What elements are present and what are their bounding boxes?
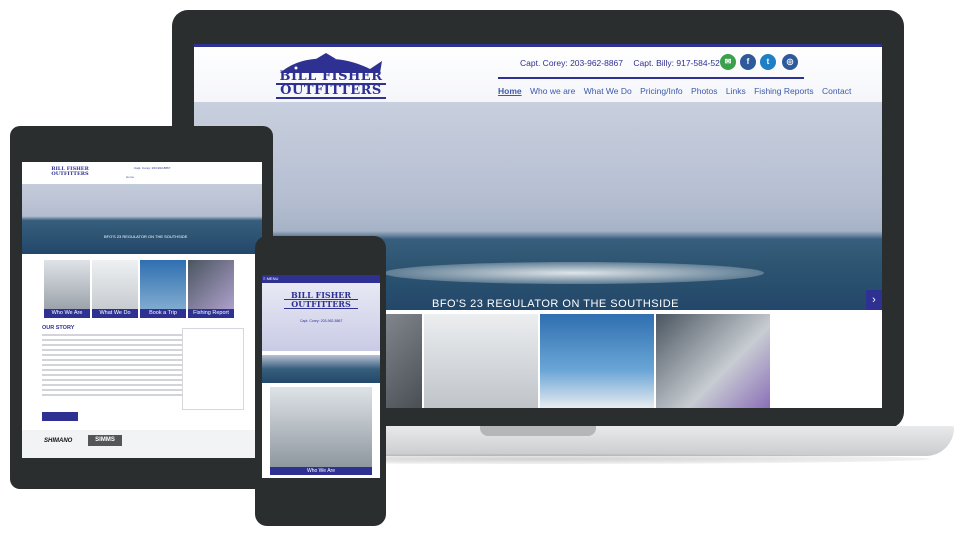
- main-nav: Home Who we are What We Do Pricing/Info …: [498, 86, 857, 96]
- logo-line-2: OUTFITTERS: [276, 84, 386, 99]
- tablet-hero-caption: BFO'S 23 REGULATOR ON THE SOUTHSIDE: [104, 234, 188, 239]
- tablet-screen: BILL FISHER OUTFITTERS Capt. Corey: 203-…: [22, 162, 262, 458]
- nav-contact[interactable]: Contact: [822, 86, 851, 96]
- contact-billy: Capt. Billy: 917-584-5270: [633, 58, 730, 68]
- site-header: BILL FISHER OUTFITTERS Capt. Corey: 203-…: [194, 44, 882, 105]
- tablet-story-heading: OUR STORY: [42, 325, 75, 331]
- phone-hero: [262, 355, 380, 383]
- tablet-tile-label: What We Do: [92, 309, 138, 318]
- twitter-icon[interactable]: t: [760, 54, 776, 70]
- tablet-social-feed: [182, 328, 244, 410]
- site-logo[interactable]: BILL FISHER OUTFITTERS: [276, 70, 386, 99]
- tablet-logo-line-2: OUTFITTERS: [51, 171, 89, 177]
- tablet-tile-who-we-are[interactable]: Who We Are: [44, 260, 90, 318]
- gallery-thumb-4[interactable]: [656, 314, 770, 408]
- phone-logo[interactable]: BILL FISHER OUTFITTERS: [284, 291, 358, 309]
- tablet-story-text: [42, 334, 182, 399]
- tablet-tile-book-a-trip[interactable]: Book a Trip: [140, 260, 186, 318]
- laptop-notch: [480, 426, 596, 436]
- tablet-nav-home[interactable]: Home: [126, 175, 134, 179]
- facebook-icon[interactable]: f: [740, 54, 756, 70]
- phone-contact: Capt. Corey: 203-962-8867: [300, 319, 342, 323]
- tablet-tile-what-we-do[interactable]: What We Do: [92, 260, 138, 318]
- phone-tile-who-we-are[interactable]: Who We Are: [270, 387, 372, 475]
- tablet-footer: [22, 430, 262, 458]
- tablet-tile-label: Fishing Report: [188, 309, 234, 318]
- tablet-cta-button[interactable]: [42, 412, 78, 421]
- phone-menu-bar[interactable]: ≡ MENU: [262, 275, 380, 283]
- tablet-tile-fishing-report[interactable]: Fishing Report: [188, 260, 234, 318]
- tablet-tile-label: Book a Trip: [140, 309, 186, 318]
- tablet-nav: Home: [126, 175, 134, 179]
- tablet-contact: Capt. Corey: 203-962-8867: [134, 166, 170, 170]
- tablet-logo[interactable]: BILL FISHER OUTFITTERS: [48, 167, 92, 177]
- shimano-logo: SHIMANO: [44, 438, 73, 444]
- nav-home[interactable]: Home: [498, 86, 522, 96]
- nav-who-we-are[interactable]: Who we are: [530, 86, 575, 96]
- phone-screen: ≡ MENU BILL FISHER OUTFITTERS Capt. Core…: [262, 275, 380, 478]
- nav-what-we-do[interactable]: What We Do: [584, 86, 632, 96]
- nav-pricing-info[interactable]: Pricing/Info: [640, 86, 683, 96]
- phone-logo-line-2: OUTFITTERS: [284, 300, 358, 309]
- phone-contact-corey: Capt. Corey: 203-962-8867: [300, 319, 343, 323]
- gallery-thumb-2[interactable]: [424, 314, 538, 408]
- phone-tile-label: Who We Are: [270, 467, 372, 475]
- boat-wake: [384, 262, 764, 284]
- gallery-thumb-3[interactable]: [540, 314, 654, 408]
- contact-corey: Capt. Corey: 203-962-8867: [520, 58, 624, 68]
- hero-caption: BFO'S 23 REGULATOR ON THE SOUTHSIDE: [432, 298, 679, 310]
- email-icon[interactable]: ✉: [720, 54, 736, 70]
- simms-logo: SIMMS: [88, 435, 122, 446]
- nav-links[interactable]: Links: [726, 86, 746, 96]
- hero-next-arrow[interactable]: ›: [866, 290, 882, 310]
- tablet-contact-corey: Capt. Corey: 203-962-8867: [134, 166, 171, 170]
- nav-fishing-reports[interactable]: Fishing Reports: [754, 86, 814, 96]
- nav-rule: [498, 77, 804, 79]
- instagram-icon[interactable]: ◎: [782, 54, 798, 70]
- tablet-tile-label: Who We Are: [44, 309, 90, 318]
- phone-menu-label: MENU: [266, 276, 279, 281]
- nav-photos[interactable]: Photos: [691, 86, 717, 96]
- contact-phones: Capt. Corey: 203-962-8867 Capt. Billy: 9…: [520, 58, 729, 68]
- tablet-hero: BFO'S 23 REGULATOR ON THE SOUTHSIDE: [22, 184, 262, 254]
